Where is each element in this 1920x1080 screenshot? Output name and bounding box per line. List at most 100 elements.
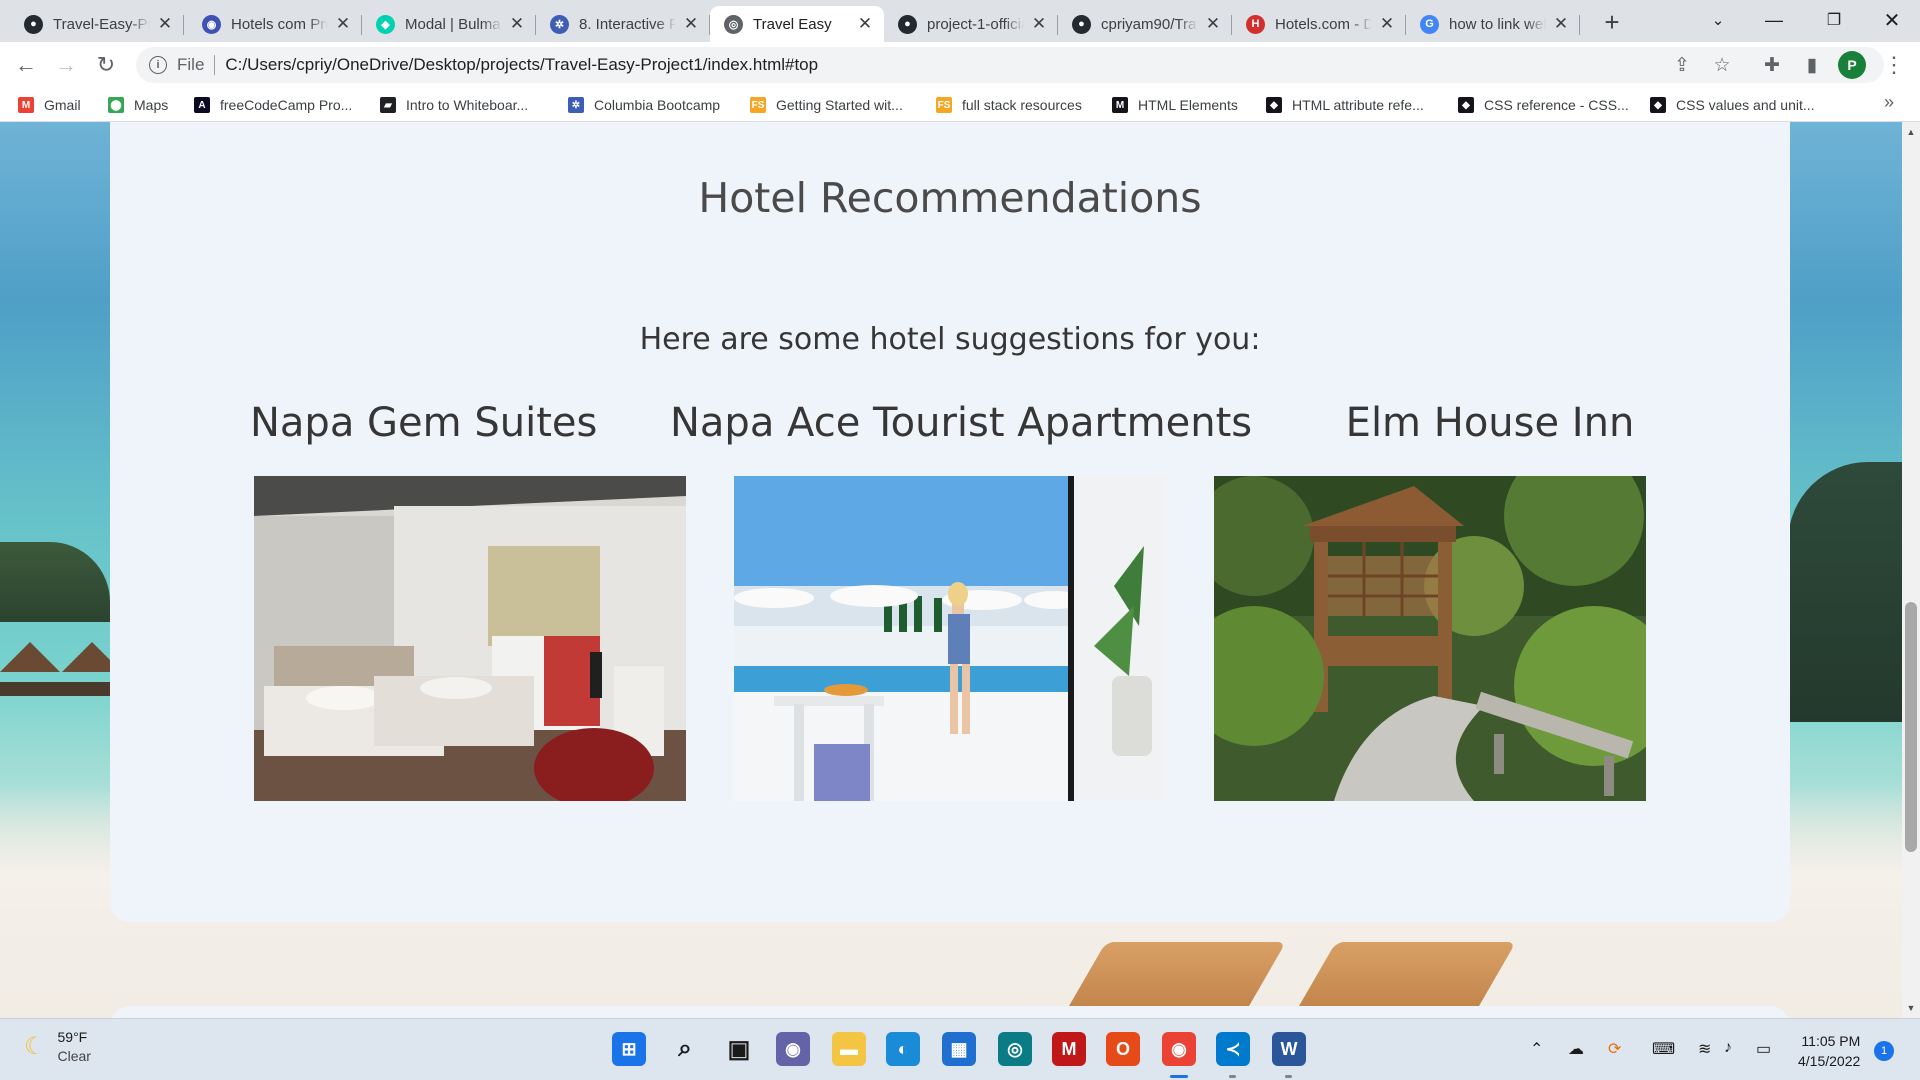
bookmark-item[interactable]: M Gmail: [18, 94, 81, 116]
office-icon[interactable]: O: [1106, 1032, 1140, 1066]
site-info-icon[interactable]: i: [149, 56, 167, 74]
edge-icon[interactable]: ◐: [886, 1032, 920, 1066]
close-tab-icon[interactable]: ✕: [156, 14, 174, 33]
search-icon[interactable]: ⌕: [668, 1032, 702, 1066]
close-tab-icon[interactable]: ✕: [1030, 14, 1048, 33]
section-title: Hotel Recommendations: [698, 174, 1202, 222]
tab-search-chevron-icon[interactable]: ⌄: [1694, 0, 1742, 40]
wifi-icon[interactable]: ≋: [1698, 1039, 1711, 1059]
windows-start-icon[interactable]: ⊞: [612, 1032, 646, 1066]
close-tab-icon[interactable]: ✕: [1204, 14, 1222, 33]
close-tab-icon[interactable]: ✕: [856, 14, 874, 33]
bookmark-item[interactable]: FS Getting Started wit...: [750, 94, 903, 116]
scroll-down-arrow-icon[interactable]: ▼: [1902, 1000, 1920, 1016]
notification-badge[interactable]: 1: [1874, 1041, 1894, 1061]
show-hidden-icons-chevron-icon[interactable]: ⌃: [1530, 1039, 1543, 1059]
back-icon[interactable]: ←: [10, 49, 42, 81]
background-pier: [0, 682, 110, 696]
address-url[interactable]: C:/Users/cpriy/OneDrive/Desktop/projects…: [225, 55, 818, 75]
restore-icon[interactable]: ❐: [1810, 0, 1858, 40]
browser-toolbar: ← → ↻ i File C:/Users/cpriy/OneDrive/Des…: [0, 42, 1920, 88]
battery-icon[interactable]: ▭: [1756, 1039, 1771, 1059]
browser-menu-icon[interactable]: ⋮: [1880, 51, 1908, 79]
github-icon: ●: [24, 14, 43, 34]
side-panel-icon[interactable]: ▮: [1798, 51, 1826, 79]
tab-separator: [183, 15, 184, 35]
microsoft-store-icon[interactable]: ▦: [942, 1032, 976, 1066]
moon-icon: ☾: [24, 1033, 46, 1060]
bulma-icon: ◆: [376, 14, 395, 34]
hotel-name: Elm House Inn: [1345, 400, 1635, 446]
mdn-icon: ◆: [1650, 97, 1666, 113]
forward-icon[interactable]: →: [50, 49, 82, 81]
vscode-icon[interactable]: ≺: [1216, 1032, 1250, 1066]
tab-globe[interactable]: ◎ Travel Easy ✕: [710, 6, 884, 42]
bookmark-item[interactable]: ▰ Intro to Whiteboar...: [380, 94, 528, 116]
tab-hotels-provider[interactable]: ◉ Hotels com Provider ✕: [188, 6, 362, 42]
weather-widget[interactable]: ☾ 59°F Clear: [24, 1029, 91, 1064]
bookmark-label: Maps: [134, 97, 169, 113]
bookmark-item[interactable]: M HTML Elements: [1112, 94, 1238, 116]
bookmark-label: HTML Elements: [1138, 97, 1238, 113]
hotels-provider-icon: ◉: [202, 14, 221, 34]
page-scrollbar[interactable]: ▲ ▼: [1902, 122, 1920, 1018]
bookmark-item[interactable]: ◆ CSS reference - CSS...: [1458, 94, 1629, 116]
extensions-puzzle-icon[interactable]: ✚: [1758, 51, 1786, 79]
keyboard-icon[interactable]: ⌨: [1652, 1039, 1675, 1059]
volume-icon[interactable]: ♪: [1724, 1039, 1732, 1057]
windows-taskbar: ☾ 59°F Clear ⊞ ⌕ ▣ ◉ ▬ ◐ ▦ ◎ M O ◉ ≺ W ⌃ ☁ ⟳ ⌨ ≋ ♪ ▭…: [0, 1018, 1920, 1080]
close-tab-icon[interactable]: ✕: [1552, 14, 1570, 33]
mcafee-icon[interactable]: M: [1052, 1032, 1086, 1066]
close-window-icon[interactable]: ✕: [1868, 0, 1916, 40]
task-view-icon[interactable]: ▣: [722, 1032, 756, 1066]
mdn-icon: ◆: [1458, 97, 1474, 113]
google-icon: G: [1420, 14, 1439, 34]
app-o-icon[interactable]: ◎: [998, 1032, 1032, 1066]
reload-icon[interactable]: ↻: [90, 49, 122, 81]
section-subtitle: Here are some hotel suggestions for you:: [639, 322, 1261, 357]
close-tab-icon[interactable]: ✕: [334, 14, 352, 33]
scrollbar-thumb[interactable]: [1905, 602, 1917, 852]
close-tab-icon[interactable]: ✕: [682, 14, 700, 33]
system-clock[interactable]: 11:05 PM 4/15/2022: [1798, 1031, 1860, 1071]
onedrive-cloud-icon[interactable]: ☁: [1568, 1039, 1584, 1059]
tab-github[interactable]: ● cpriyam90/Travel-Easy ✕: [1058, 6, 1232, 42]
tab-google[interactable]: Ghow to link web page ✕: [1406, 6, 1580, 42]
sync-icon[interactable]: ⟳: [1608, 1039, 1621, 1059]
gmail-icon: M: [18, 97, 34, 113]
tab-github[interactable]: ● project-1-official ✕: [884, 6, 1058, 42]
bookmark-label: CSS values and unit...: [1676, 97, 1815, 113]
new-tab-button[interactable]: +: [1598, 7, 1626, 37]
close-tab-icon[interactable]: ✕: [1378, 14, 1396, 33]
bookmark-item[interactable]: ◆ CSS values and unit...: [1650, 94, 1815, 116]
share-icon[interactable]: ⇪: [1668, 51, 1696, 79]
scroll-up-arrow-icon[interactable]: ▲: [1902, 124, 1920, 140]
tab-title: cpriyam90/Travel-Easy: [1101, 15, 1198, 33]
tab-bulma[interactable]: ◆ Modal | Bulma ✕: [362, 6, 536, 42]
address-bar[interactable]: i File C:/Users/cpriy/OneDrive/Desktop/p…: [136, 47, 1884, 83]
bookmark-item[interactable]: ✲ Columbia Bootcamp: [568, 94, 720, 116]
bookmarks-bar: M Gmail ⬤ Maps AfreeCodeCamp Pro... ▰ Intro to…: [0, 88, 1920, 122]
hotel-photo-room: [254, 476, 686, 801]
bookmark-item[interactable]: ⬤ Maps: [108, 94, 168, 116]
teams-chat-icon[interactable]: ◉: [776, 1032, 810, 1066]
next-section-card: [110, 1006, 1790, 1018]
word-icon[interactable]: W: [1272, 1032, 1306, 1066]
tab-hotels-com[interactable]: H Hotels.com - Deals ✕: [1232, 6, 1406, 42]
mdn-icon: M: [1112, 97, 1128, 113]
tab-github[interactable]: ● Travel-Easy-Project1 ✕: [10, 6, 184, 42]
chrome-icon[interactable]: ◉: [1162, 1032, 1196, 1066]
bookmark-item[interactable]: ◆ HTML attribute refe...: [1266, 94, 1424, 116]
bookmarks-overflow-icon[interactable]: »: [1884, 92, 1894, 113]
close-tab-icon[interactable]: ✕: [508, 14, 526, 33]
hotel-photo-pool: [734, 476, 1166, 801]
tab-bootcamp[interactable]: ✲ 8. Interactive Front-End ✕: [536, 6, 710, 42]
bookmark-star-icon[interactable]: ☆: [1708, 51, 1736, 79]
hotel-name: Napa Gem Suites: [250, 400, 598, 446]
bookmark-label: freeCodeCamp Pro...: [220, 97, 353, 113]
profile-avatar[interactable]: P: [1838, 51, 1866, 79]
file-explorer-icon[interactable]: ▬: [832, 1032, 866, 1066]
bookmark-item[interactable]: AfreeCodeCamp Pro...: [194, 94, 352, 116]
bookmark-item[interactable]: FS full stack resources: [936, 94, 1082, 116]
minimize-icon[interactable]: —: [1750, 0, 1798, 40]
